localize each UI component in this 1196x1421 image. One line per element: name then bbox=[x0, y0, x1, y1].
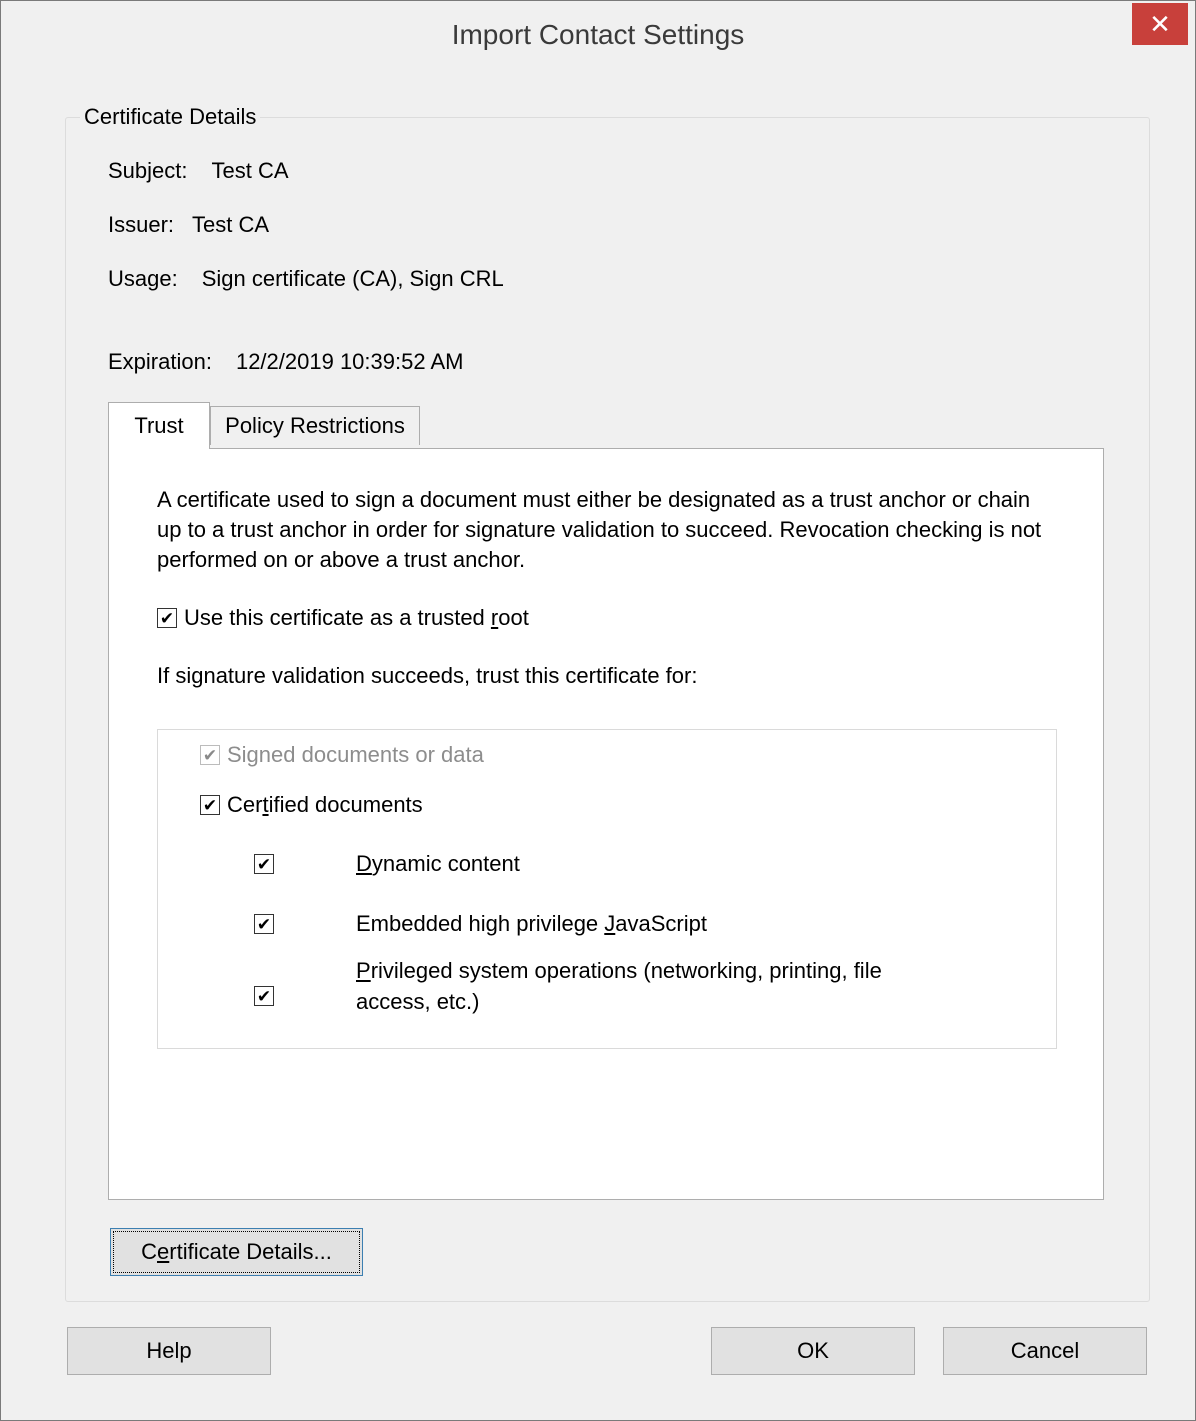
signed-documents-checkbox-row: ✔ Signed documents or data bbox=[200, 742, 484, 768]
dynamic-content-row[interactable]: ✔ Dynamic content bbox=[254, 851, 520, 876]
help-button[interactable]: Help bbox=[67, 1327, 271, 1375]
signed-documents-label: Signed documents or data bbox=[227, 742, 484, 767]
usage-row: Usage: Sign certificate (CA), Sign CRL bbox=[108, 266, 504, 292]
expiration-row: Expiration: 12/2/2019 10:39:52 AM bbox=[108, 349, 463, 375]
checkmark-icon: ✔ bbox=[256, 854, 272, 874]
title-bar[interactable]: Import Contact Settings ✕ bbox=[1, 1, 1195, 74]
usage-value: Sign certificate (CA), Sign CRL bbox=[201, 266, 504, 291]
trusted-root-label: Use this certificate as a trusted root bbox=[184, 605, 529, 630]
ok-button[interactable]: OK bbox=[711, 1327, 915, 1375]
close-icon: ✕ bbox=[1149, 8, 1171, 39]
subject-label: Subject: bbox=[108, 158, 188, 183]
trusted-root-checkbox-row[interactable]: ✔ Use this certificate as a trusted root bbox=[157, 605, 529, 631]
trust-for-label: If signature validation succeeds, trust … bbox=[157, 663, 698, 688]
checkmark-icon: ✔ bbox=[202, 795, 218, 815]
subject-row: Subject: Test CA bbox=[108, 158, 289, 184]
expiration-value: 12/2/2019 10:39:52 AM bbox=[235, 349, 464, 374]
group-legend: Certificate Details bbox=[80, 104, 261, 130]
tab-trust[interactable]: Trust bbox=[108, 402, 210, 449]
checkmark-icon: ✔ bbox=[159, 608, 175, 628]
trusted-root-checkbox[interactable]: ✔ bbox=[157, 608, 177, 628]
certificate-details-group: Certificate Details Subject: Test CA Issu… bbox=[65, 104, 1150, 1302]
checkmark-icon: ✔ bbox=[202, 745, 218, 765]
privileged-operations-row[interactable]: ✔ Privileged system operations (networki… bbox=[254, 958, 882, 1014]
trust-tab-panel: A certificate used to sign a document mu… bbox=[108, 448, 1104, 1200]
privileged-operations-checkbox[interactable]: ✔ bbox=[254, 986, 274, 1006]
issuer-value: Test CA bbox=[192, 212, 270, 237]
javascript-row[interactable]: ✔ Embedded high privilege JavaScript bbox=[254, 911, 707, 936]
subject-value: Test CA bbox=[211, 158, 289, 183]
expiration-label: Expiration: bbox=[108, 349, 212, 374]
trust-options-box: ✔ Signed documents or data ✔ Certified d… bbox=[157, 729, 1057, 1049]
dialog-content: Certificate Details Subject: Test CA Issu… bbox=[9, 75, 1187, 1412]
tab-policy-restrictions[interactable]: Policy Restrictions bbox=[210, 406, 420, 445]
javascript-label: Embedded high privilege JavaScript bbox=[356, 911, 707, 936]
privileged-operations-label: Privileged system operations (networking… bbox=[356, 958, 882, 1014]
certified-documents-checkbox[interactable]: ✔ bbox=[200, 795, 220, 815]
window-title: Import Contact Settings bbox=[451, 19, 745, 50]
cancel-button[interactable]: Cancel bbox=[943, 1327, 1147, 1375]
issuer-row: Issuer: Test CA bbox=[108, 212, 269, 238]
checkmark-icon: ✔ bbox=[256, 914, 272, 934]
signed-documents-checkbox: ✔ bbox=[200, 745, 220, 765]
trust-description: A certificate used to sign a document mu… bbox=[157, 487, 1042, 572]
javascript-checkbox[interactable]: ✔ bbox=[254, 914, 274, 934]
issuer-label: Issuer: bbox=[108, 212, 175, 237]
import-contact-settings-dialog: Import Contact Settings ✕ Certificate De… bbox=[0, 0, 1196, 1421]
certificate-details-button[interactable]: Ce rtificate Details... bbox=[110, 1228, 363, 1276]
certified-documents-checkbox-row[interactable]: ✔ Certified documents bbox=[200, 792, 423, 818]
close-button[interactable]: ✕ bbox=[1132, 3, 1188, 45]
checkmark-icon: ✔ bbox=[256, 986, 272, 1006]
usage-label: Usage: bbox=[108, 266, 178, 291]
certified-documents-label: Certified documents bbox=[227, 792, 423, 817]
dynamic-content-label: Dynamic content bbox=[356, 851, 520, 876]
dynamic-content-checkbox[interactable]: ✔ bbox=[254, 854, 274, 874]
